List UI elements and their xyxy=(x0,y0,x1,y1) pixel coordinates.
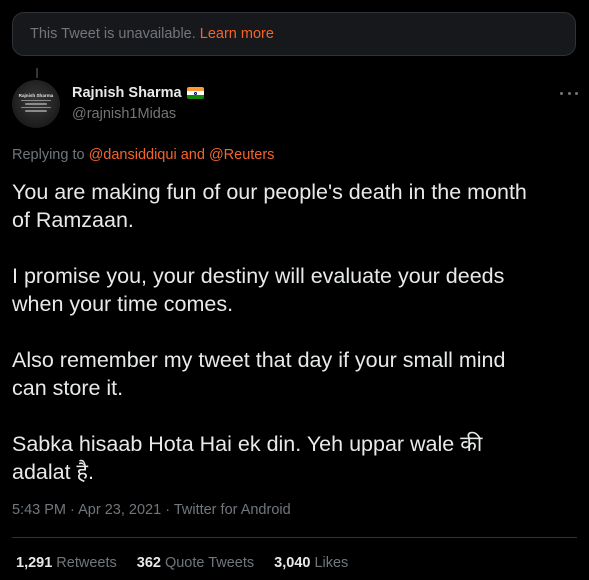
avatar-decoration xyxy=(21,99,51,101)
tweet-text: You are making fun of our people's death… xyxy=(12,178,572,514)
mention-link[interactable]: @Reuters xyxy=(209,147,275,163)
tweet-source[interactable]: Twitter for Android xyxy=(174,502,291,518)
replying-to: Replying to @dansiddiqui and @Reuters xyxy=(12,147,274,163)
meta-separator: · xyxy=(70,502,75,518)
unavailable-tweet-notice: This Tweet is unavailable. Learn more xyxy=(12,12,576,56)
more-options-icon[interactable] xyxy=(560,88,578,98)
tweet-paragraph: Sabka hisaab Hota Hai ek din. Yeh uppar … xyxy=(12,432,483,484)
author-name-row[interactable]: Rajnish Sharma xyxy=(72,85,204,101)
meta-separator: · xyxy=(165,502,171,518)
tweet-date[interactable]: Apr 23, 2021 xyxy=(78,502,161,518)
retweets-stat[interactable]: 1,291 Retweets xyxy=(16,555,117,571)
divider xyxy=(12,537,577,538)
thread-connector-line xyxy=(36,68,38,78)
avatar[interactable]: Rajnish Sharma xyxy=(12,80,60,128)
likes-stat[interactable]: 3,040 Likes xyxy=(274,555,348,571)
likes-label: Likes xyxy=(314,555,349,571)
quotes-count: 362 xyxy=(136,555,161,571)
tweet-timestamp: 5:43 PM · Apr 23, 2021 · Twitter for And… xyxy=(12,502,291,518)
avatar-decoration xyxy=(25,110,47,112)
tweet-time[interactable]: 5:43 PM xyxy=(12,502,66,518)
engagement-stats: 1,291 Retweets 362 Quote Tweets 3,040 Likes xyxy=(16,555,368,571)
quotes-label: Quote Tweets xyxy=(164,555,255,571)
tweet-paragraph: I promise you, your destiny will evaluat… xyxy=(12,264,505,316)
avatar-decoration xyxy=(21,106,51,108)
mention-link[interactable]: @dansiddiqui xyxy=(89,147,177,163)
tweet-paragraph: You are making fun of our people's death… xyxy=(12,180,527,232)
avatar-decoration xyxy=(25,103,47,105)
india-flag-icon xyxy=(186,87,204,99)
retweets-label: Retweets xyxy=(56,555,117,571)
likes-count: 3,040 xyxy=(274,555,311,571)
author-handle[interactable]: @rajnish1Midas xyxy=(72,106,176,122)
retweets-count: 1,291 xyxy=(16,555,53,571)
tweet-paragraph: Also remember my tweet that day if your … xyxy=(12,348,506,400)
mention-conjunction[interactable]: and xyxy=(181,147,205,163)
author-name[interactable]: Rajnish Sharma xyxy=(72,85,182,101)
learn-more-link[interactable]: Learn more xyxy=(200,26,274,42)
quote-tweets-stat[interactable]: 362 Quote Tweets xyxy=(137,555,254,571)
unavailable-message: This Tweet is unavailable. xyxy=(30,26,196,42)
avatar-name-text: Rajnish Sharma xyxy=(18,92,54,98)
replying-prefix: Replying to xyxy=(12,147,85,163)
